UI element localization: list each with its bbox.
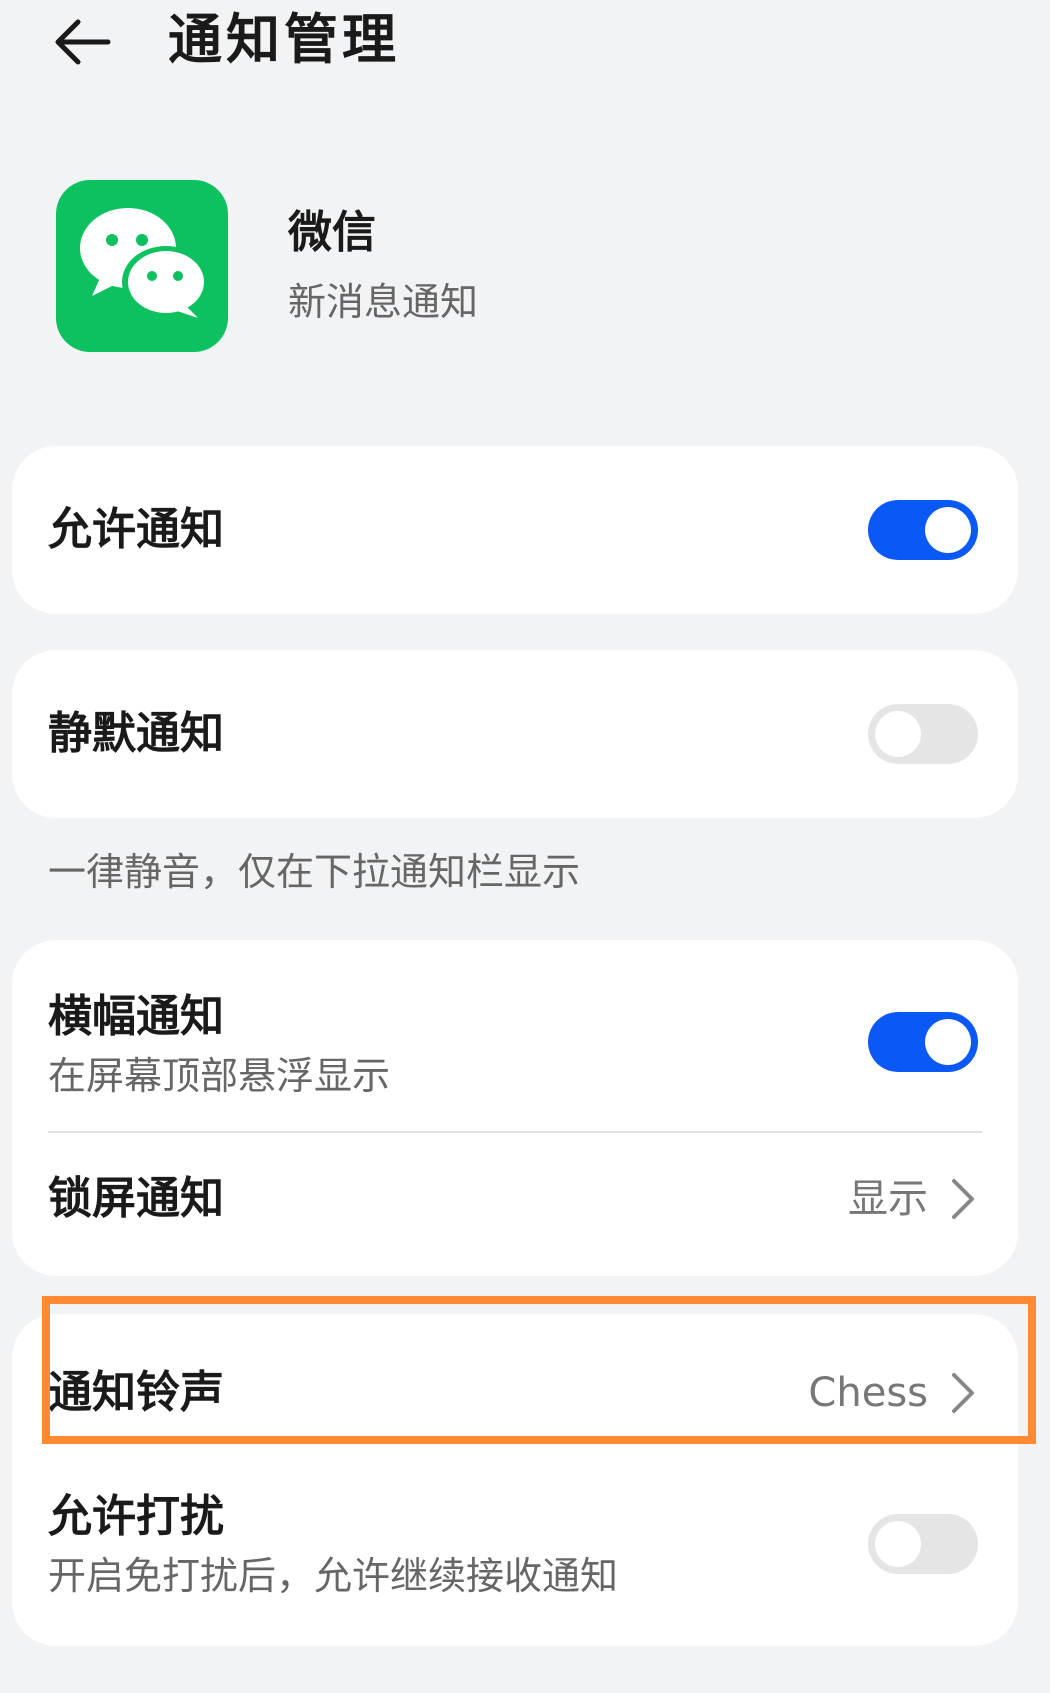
- allow-notifications-card: 允许通知: [12, 446, 1018, 614]
- lock-screen-notifications-value: 显示: [848, 1176, 928, 1222]
- toggle-knob: [875, 711, 921, 757]
- banner-notifications-toggle[interactable]: [868, 1012, 978, 1072]
- silent-notifications-card: 静默通知: [12, 650, 1018, 818]
- silent-notifications-toggle[interactable]: [868, 704, 978, 764]
- chevron-right-icon: [952, 1179, 974, 1219]
- toggle-knob: [875, 1521, 921, 1567]
- allow-disturb-description: 开启免打扰后，允许继续接收通知: [48, 1554, 619, 1598]
- lock-screen-notifications-label: 锁屏通知: [48, 1173, 224, 1224]
- app-subtitle: 新消息通知: [288, 280, 479, 324]
- back-button[interactable]: [48, 6, 120, 78]
- toggle-knob: [925, 1019, 971, 1065]
- allow-disturb-toggle[interactable]: [868, 1514, 978, 1574]
- silent-notifications-note: 一律静音，仅在下拉通知栏显示: [48, 850, 581, 894]
- silent-notifications-label: 静默通知: [48, 708, 224, 759]
- allow-notifications-toggle[interactable]: [868, 500, 978, 560]
- toggle-knob: [925, 507, 971, 553]
- display-settings-card: 横幅通知 在屏幕顶部悬浮显示 锁屏通知 显示: [12, 940, 1018, 1276]
- lock-screen-notifications-row[interactable]: 锁屏通知 显示: [12, 1133, 1018, 1276]
- arrow-left-icon: [55, 19, 111, 65]
- app-name: 微信: [288, 207, 376, 258]
- allow-notifications-label: 允许通知: [48, 504, 224, 555]
- banner-notifications-label: 横幅通知: [48, 991, 224, 1042]
- wechat-icon: [56, 180, 228, 352]
- top-bar: 通知管理: [0, 0, 1050, 90]
- highlight-box: [42, 1296, 1036, 1444]
- allow-disturb-label: 允许打扰: [48, 1491, 224, 1542]
- banner-notifications-description: 在屏幕顶部悬浮显示: [48, 1054, 391, 1098]
- app-header: 微信 新消息通知: [56, 180, 956, 356]
- page-title: 通知管理: [168, 8, 400, 71]
